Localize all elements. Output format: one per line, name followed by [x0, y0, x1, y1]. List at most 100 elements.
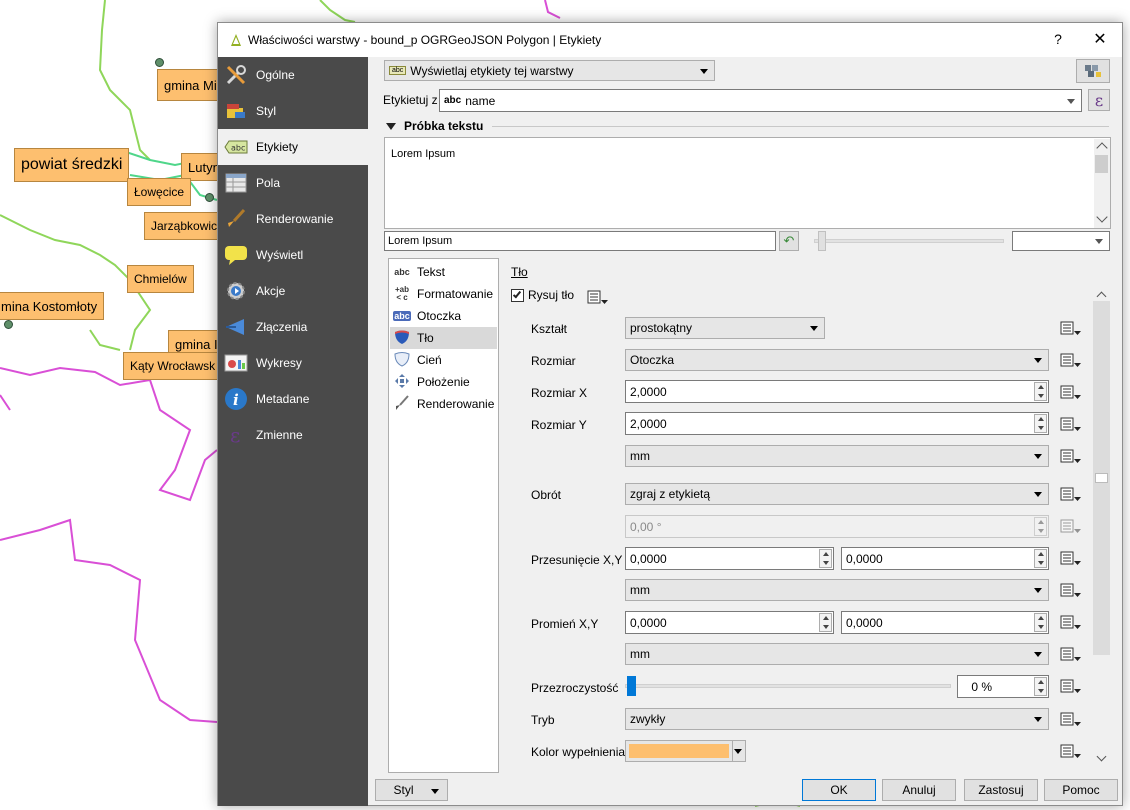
map-label: powiat średzki — [14, 148, 130, 182]
section-divider — [492, 126, 1109, 127]
scroll-up-arrow[interactable] — [1096, 291, 1107, 302]
sidebar-item-display[interactable]: Wyświetl — [218, 237, 368, 273]
expression-button[interactable]: ε — [1088, 89, 1110, 111]
tab-placement[interactable]: Położenie — [390, 371, 497, 393]
spin-buttons[interactable] — [1034, 382, 1047, 401]
cancel-button[interactable]: Anuluj — [882, 779, 956, 801]
tab-rendering[interactable]: Renderowanie — [390, 393, 497, 415]
data-defined-override-icon[interactable] — [1059, 447, 1083, 467]
offset-unit-select[interactable]: mm — [625, 579, 1049, 601]
size-type-select[interactable]: Otoczka — [625, 349, 1049, 371]
size-type-label: Rozmiar — [531, 354, 576, 368]
spin-buttons[interactable] — [1034, 613, 1047, 632]
offset-y-spinbox[interactable]: 0,0000 — [841, 547, 1049, 570]
spin-buttons[interactable] — [1034, 549, 1047, 568]
join-icon — [224, 315, 248, 339]
spin-buttons[interactable] — [819, 613, 832, 632]
background-shield-icon — [393, 329, 411, 347]
spin-buttons[interactable] — [1034, 414, 1047, 433]
radius-unit-select[interactable]: mm — [625, 643, 1049, 665]
tab-formatting[interactable]: +ab < c Formatowanie — [390, 283, 497, 305]
sidebar-item-label: Akcje — [256, 284, 286, 298]
radius-y-spinbox[interactable]: 0,0000 — [841, 611, 1049, 634]
undo-icon: ↶ — [783, 233, 795, 248]
scroll-up-arrow[interactable] — [1096, 142, 1108, 154]
label-field-select[interactable]: abc name — [439, 89, 1082, 112]
spin-buttons[interactable] — [819, 549, 832, 568]
sidebar-item-style[interactable]: Styl — [218, 93, 368, 129]
preview-scrollbar[interactable] — [1094, 139, 1110, 228]
blend-mode-select[interactable]: zwykły — [625, 708, 1049, 730]
reset-sample-button[interactable]: ↶ — [779, 231, 799, 251]
shape-select[interactable]: prostokątny — [625, 317, 825, 339]
chevron-down-icon — [431, 789, 439, 794]
slider-handle[interactable] — [818, 231, 826, 251]
tab-label: Tekst — [417, 265, 446, 279]
data-defined-override-icon[interactable] — [1059, 645, 1083, 665]
sidebar-item-label: Renderowanie — [256, 212, 334, 226]
layer-style-button[interactable] — [1076, 59, 1110, 83]
size-y-spinbox[interactable]: 2,0000 — [625, 412, 1049, 435]
epsilon-icon: ε — [1094, 90, 1104, 110]
sidebar-item-metadata[interactable]: i Metadane — [218, 381, 368, 417]
data-defined-override-icon[interactable] — [1059, 383, 1083, 403]
help-button[interactable]: ? — [1048, 31, 1068, 47]
tab-shadow[interactable]: Cień — [390, 349, 497, 371]
opacity-spinbox[interactable]: 0 % — [957, 675, 1049, 698]
settings-scrollbar[interactable] — [1093, 285, 1110, 765]
data-defined-override-icon[interactable] — [1059, 613, 1083, 633]
data-defined-override-icon[interactable] — [1059, 351, 1083, 371]
draw-background-checkbox[interactable]: Rysuj tło — [511, 288, 574, 302]
data-defined-override-icon[interactable] — [1059, 485, 1083, 505]
tab-buffer[interactable]: abc Otoczka — [390, 305, 497, 327]
offset-x-spinbox[interactable]: 0,0000 — [625, 547, 834, 570]
sidebar-item-rendering[interactable]: Renderowanie — [218, 201, 368, 237]
scroll-thumb[interactable] — [1095, 473, 1108, 483]
data-defined-override-icon — [1060, 519, 1081, 533]
scroll-down-arrow[interactable] — [1096, 751, 1107, 762]
data-defined-override-icon[interactable] — [1059, 581, 1083, 601]
radius-x-spinbox[interactable]: 0,0000 — [625, 611, 834, 634]
scroll-down-arrow[interactable] — [1096, 211, 1108, 223]
title-bar[interactable]: Właściwości warstwy - bound_p OGRGeoJSON… — [218, 23, 1122, 57]
size-unit-select[interactable]: mm — [625, 445, 1049, 467]
labeling-mode-select[interactable]: abc Wyświetlaj etykiety tej warstwy — [384, 60, 715, 81]
sidebar-item-general[interactable]: Ogólne — [218, 57, 368, 93]
data-defined-override-icon[interactable] — [1059, 549, 1083, 569]
zoom-slider[interactable] — [814, 231, 1004, 251]
data-defined-override-icon[interactable] — [1059, 677, 1083, 697]
tab-text[interactable]: abc Tekst — [390, 261, 497, 283]
help-footer-button[interactable]: Pomoc — [1044, 779, 1118, 801]
fill-color-button[interactable] — [625, 740, 746, 762]
sidebar-item-diagrams[interactable]: Wykresy — [218, 345, 368, 381]
data-defined-override-icon[interactable] — [1059, 319, 1083, 339]
sidebar-item-joins[interactable]: Złączenia — [218, 309, 368, 345]
rotation-type-select[interactable]: zgraj z etykietą — [625, 483, 1049, 505]
data-defined-override-icon[interactable] — [586, 288, 610, 308]
size-x-spinbox[interactable]: 2,0000 — [625, 380, 1049, 403]
data-defined-override-icon[interactable] — [1059, 742, 1083, 762]
slider-handle[interactable] — [627, 676, 636, 696]
apply-button[interactable]: Zastosuj — [964, 779, 1038, 801]
spin-buttons[interactable] — [1034, 677, 1047, 696]
sidebar-item-labels[interactable]: abc Etykiety — [218, 129, 368, 165]
sample-section-header[interactable]: Próbka tekstu — [386, 119, 483, 133]
data-defined-override-icon[interactable] — [1059, 415, 1083, 435]
buffer-icon: abc — [393, 311, 411, 321]
data-defined-override-icon[interactable] — [1059, 710, 1083, 730]
help-button-label: Pomoc — [1062, 783, 1100, 797]
preview-background-color[interactable] — [1012, 231, 1110, 251]
sample-section-title: Próbka tekstu — [404, 119, 484, 133]
opacity-slider[interactable] — [625, 675, 951, 697]
sidebar-item-fields[interactable]: Pola — [218, 165, 368, 201]
chevron-down-icon — [1034, 454, 1042, 459]
close-button[interactable]: ✕ — [1090, 29, 1110, 49]
style-menu-button[interactable]: Styl — [375, 779, 448, 801]
tab-label: Renderowanie — [417, 397, 495, 411]
sample-text-input[interactable]: Lorem Ipsum — [384, 231, 776, 251]
sidebar-item-actions[interactable]: Akcje — [218, 273, 368, 309]
sidebar-item-variables[interactable]: ε Zmienne — [218, 417, 368, 453]
tab-background[interactable]: Tło — [390, 327, 497, 349]
ok-button[interactable]: OK — [802, 779, 876, 801]
scroll-thumb[interactable] — [1095, 155, 1108, 173]
